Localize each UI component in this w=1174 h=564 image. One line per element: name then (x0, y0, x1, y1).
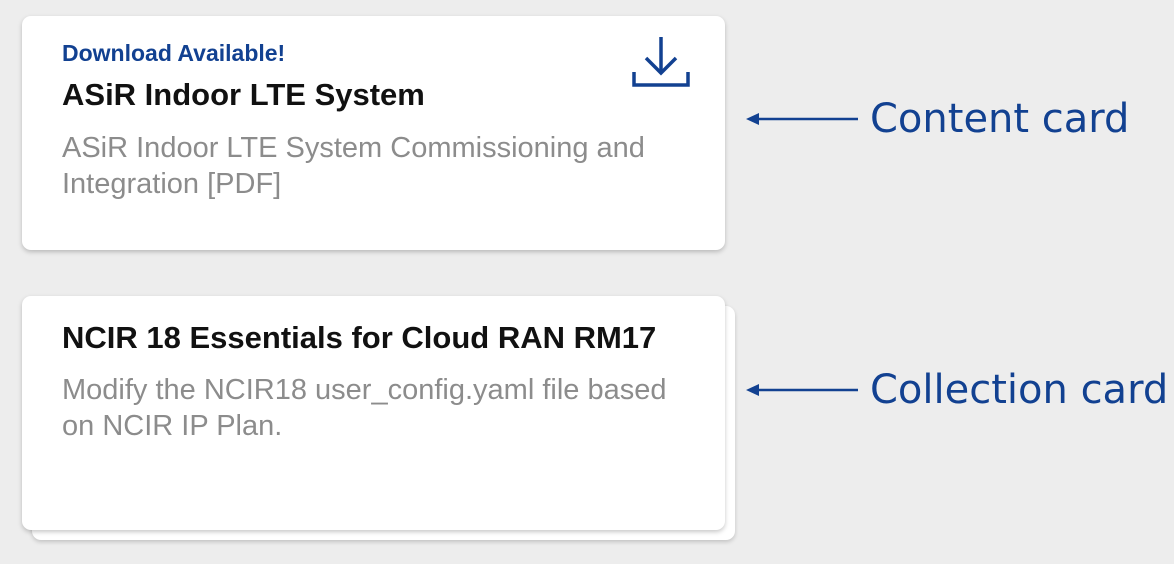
collection-card-title: NCIR 18 Essentials for Cloud RAN RM17 (62, 320, 657, 355)
collection-card-annotation: Collection card (746, 360, 1168, 420)
collection-card-label: Collection card (870, 367, 1169, 413)
content-card-title: ASiR Indoor LTE System (62, 77, 425, 112)
left-arrow-icon (746, 113, 858, 125)
download-available-label: Download Available! (62, 40, 286, 66)
left-arrow-icon (746, 384, 858, 396)
collection-card[interactable]: NCIR 18 Essentials for Cloud RAN RM17 Mo… (22, 296, 725, 530)
content-card-description: ASiR Indoor LTE System Commissioning and… (62, 132, 645, 200)
collection-card-description: Modify the NCIR18 user_config.yaml file … (62, 374, 667, 442)
content-card-annotation: Content card (746, 89, 1129, 149)
content-card[interactable]: Download Available! ASiR Indoor LTE Syst… (22, 16, 725, 250)
content-card-label: Content card (870, 96, 1130, 142)
download-icon[interactable] (632, 34, 690, 90)
